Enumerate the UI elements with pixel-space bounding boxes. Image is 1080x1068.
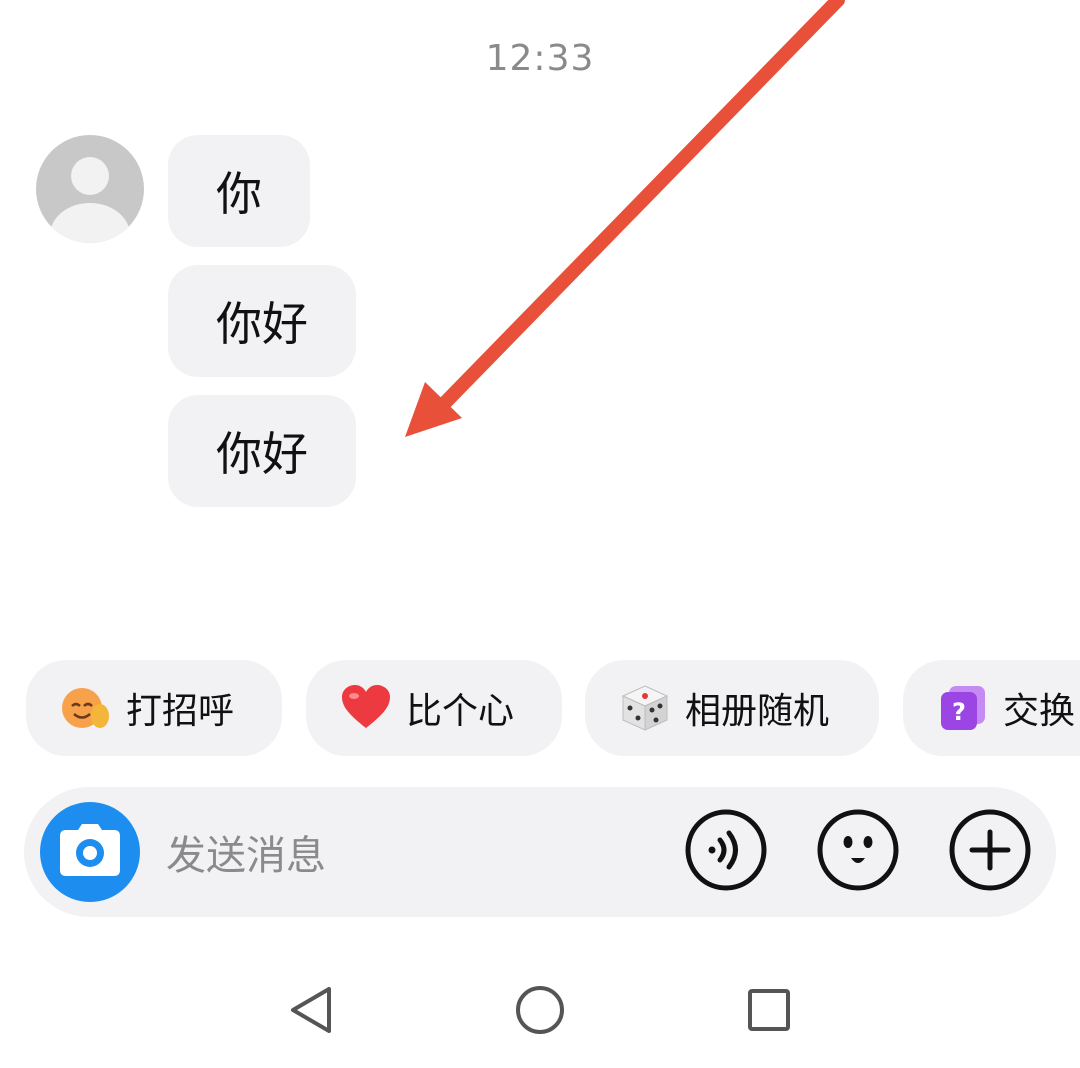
emoji-icon [816, 808, 900, 896]
quick-reply-bar: 打招呼 比个心 相册随机 ? 交换 [0, 660, 1080, 756]
message-bubble[interactable]: 你 [168, 135, 310, 247]
camera-button[interactable] [40, 802, 140, 902]
avatar[interactable] [36, 135, 144, 243]
chip-label: 交换 [1003, 691, 1076, 732]
svg-text:?: ? [952, 698, 966, 726]
recent-apps-icon [746, 987, 792, 1037]
nav-home-button[interactable] [510, 982, 570, 1042]
message-timestamp: 12:33 [485, 38, 595, 79]
avatar-body [50, 203, 130, 243]
emoji-button[interactable] [816, 808, 900, 896]
chip-label: 打招呼 [126, 691, 235, 732]
wave-hand-emoji-icon [60, 682, 112, 734]
message-bubble[interactable]: 你好 [168, 395, 356, 507]
quick-reply-random-album[interactable]: 相册随机 [585, 660, 879, 756]
message-composer: 发送消息 [24, 787, 1056, 917]
heart-icon [340, 682, 392, 734]
system-nav-bar [0, 960, 1080, 1060]
chip-label: 比个心 [406, 691, 515, 732]
home-icon [514, 984, 566, 1040]
camera-icon [58, 822, 122, 882]
avatar-head [71, 157, 109, 195]
nav-recent-button[interactable] [739, 982, 799, 1042]
nav-back-button[interactable] [280, 982, 340, 1042]
chip-label: 相册随机 [685, 691, 830, 732]
question-card-icon: ? [937, 682, 989, 734]
quick-reply-heart[interactable]: 比个心 [306, 660, 562, 756]
message-bubble[interactable]: 你好 [168, 265, 356, 377]
chat-screen: 12:33 你 你好 你好 打招呼 比个心 相册随机 ? 交换 发送消息 [0, 0, 1080, 1068]
dice-icon [619, 682, 671, 734]
voice-button[interactable] [684, 808, 768, 896]
quick-reply-greet[interactable]: 打招呼 [26, 660, 282, 756]
plus-icon [948, 808, 1032, 896]
message-input[interactable]: 发送消息 [166, 823, 326, 881]
back-icon [285, 985, 335, 1039]
quick-reply-exchange[interactable]: ? 交换 [903, 660, 1080, 756]
voice-icon [684, 808, 768, 896]
more-button[interactable] [948, 808, 1032, 896]
